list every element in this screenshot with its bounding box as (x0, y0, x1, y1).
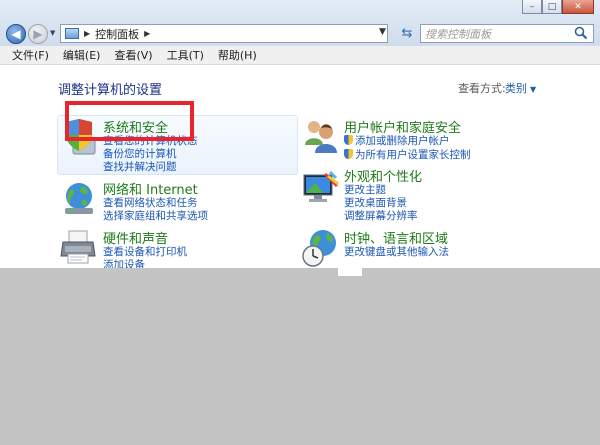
back-arrow-icon: ◀ (11, 27, 21, 41)
chevron-down-icon: ▼ (530, 85, 537, 94)
address-dropdown-icon[interactable]: ▼ (379, 27, 386, 37)
view-by-value: 类别 (505, 82, 527, 95)
menu-bar: 文件(F) 编辑(E) 查看(V) 工具(T) 帮助(H) (0, 46, 600, 65)
appearance-icon (303, 170, 339, 202)
uac-shield-icon (344, 149, 353, 159)
search-input[interactable]: 搜索控制面板 (420, 24, 594, 43)
page-title: 调整计算机的设置 (58, 83, 163, 98)
forward-button[interactable]: ▶ (28, 24, 48, 44)
search-placeholder: 搜索控制面板 (425, 27, 491, 41)
breadcrumb-separator-icon[interactable]: ▶ (144, 29, 150, 38)
view-by-dropdown[interactable]: 类别 ▼ (505, 80, 536, 96)
link-parental-controls[interactable]: 为所有用户设置家长控制 (344, 147, 471, 162)
control-panel-window: – □ ✕ ◀ ▶ ▼ ▶ 控制面板 ▶ ▼ ⇆ 搜索控制面板 文件(F) 编辑… (0, 0, 600, 268)
menu-tools[interactable]: 工具(T) (160, 47, 211, 63)
forward-arrow-icon: ▶ (33, 27, 43, 41)
users-icon (305, 121, 337, 153)
link-adjust-resolution[interactable]: 调整屏幕分辨率 (344, 208, 418, 223)
network-icon (65, 183, 93, 214)
title-bar: – □ ✕ ◀ ▶ ▼ ▶ 控制面板 ▶ ▼ ⇆ 搜索控制面板 (0, 0, 600, 46)
link-add-device[interactable]: 添加设备 (103, 257, 145, 268)
maximize-button[interactable]: □ (542, 0, 562, 14)
link-text: 添加或删除用户帐户 (355, 135, 450, 147)
breadcrumb-separator-icon[interactable]: ▶ (84, 29, 90, 38)
back-button[interactable]: ◀ (6, 24, 26, 44)
link-homegroup-sharing[interactable]: 选择家庭组和共享选项 (103, 208, 208, 223)
uac-shield-icon (344, 135, 353, 145)
printer-icon (60, 230, 96, 264)
breadcrumb-control-panel[interactable]: 控制面板 (95, 26, 139, 42)
search-icon[interactable] (574, 26, 588, 40)
window-controls: – □ ✕ (522, 0, 594, 14)
control-panel-icon (65, 28, 79, 39)
menu-edit[interactable]: 编辑(E) (56, 47, 108, 63)
artifact-white-patch (338, 258, 362, 276)
link-text: 为所有用户设置家长控制 (355, 149, 471, 161)
refresh-icon: ⇆ (401, 26, 413, 41)
menu-view[interactable]: 查看(V) (107, 47, 159, 63)
close-button[interactable]: ✕ (562, 0, 594, 14)
annotation-red-box (65, 101, 194, 141)
menu-file[interactable]: 文件(F) (0, 47, 56, 63)
address-bar[interactable]: ▶ 控制面板 ▶ (60, 24, 388, 43)
menu-help[interactable]: 帮助(H) (211, 47, 264, 63)
link-change-keyboard-input[interactable]: 更改键盘或其他输入法 (344, 244, 449, 259)
clock-globe-icon (302, 230, 336, 267)
link-find-fix-problems[interactable]: 查找并解决问题 (103, 159, 177, 174)
view-by-label: 查看方式: (458, 82, 506, 95)
link-add-remove-users[interactable]: 添加或删除用户帐户 (344, 133, 450, 148)
refresh-button[interactable]: ⇆ (397, 24, 417, 43)
minimize-button[interactable]: – (522, 0, 542, 14)
recent-pages-dropdown[interactable]: ▼ (50, 29, 55, 37)
